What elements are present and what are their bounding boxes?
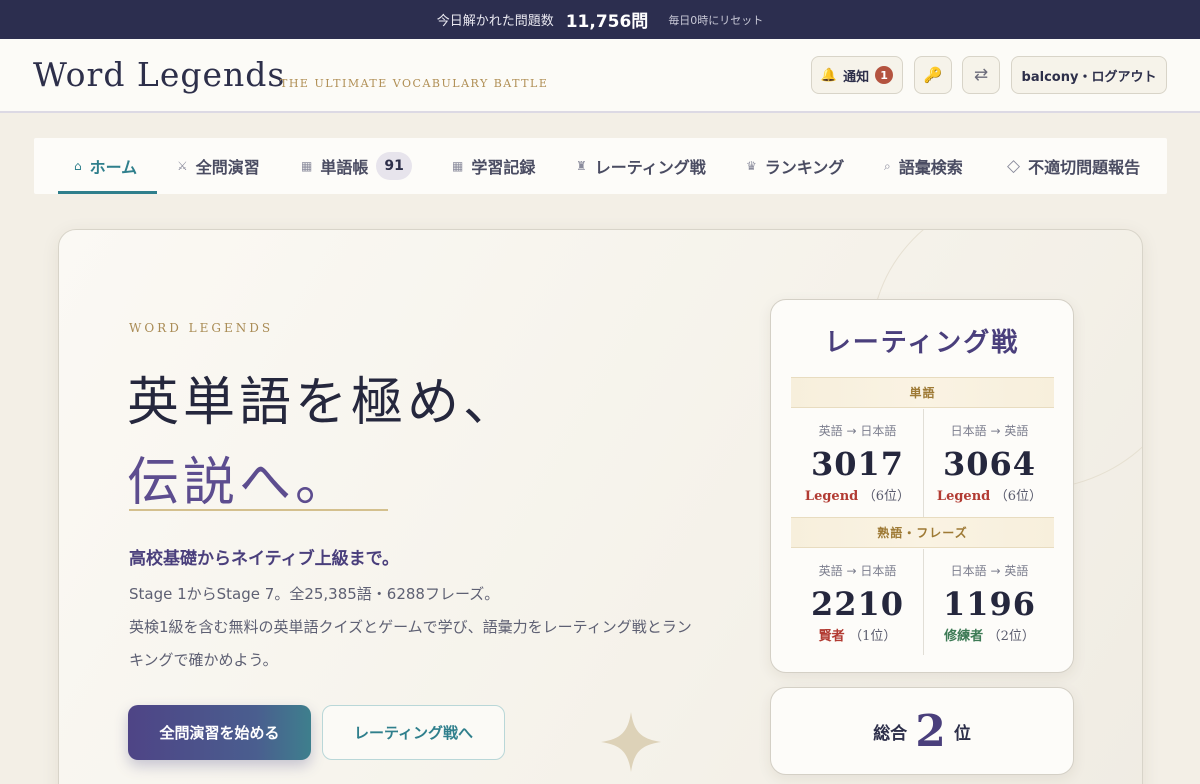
rating-value: 2210 — [810, 585, 905, 623]
key-icon: 🔑 — [923, 66, 943, 84]
nav-item-label: 全問演習 — [195, 158, 260, 177]
hero-description-line3: キングで確かめよう。 — [129, 651, 278, 669]
notifications-label: 通知 — [843, 69, 870, 85]
site-header: Word Legends THE ULTIMATE VOCABULARY BAT… — [0, 39, 1200, 113]
swap-icon: ⇄ — [973, 65, 989, 85]
hero-description-line1: Stage 1からStage 7。全25,385語・6288フレーズ。 — [129, 585, 500, 603]
nav-item-label: 不適切問題報告 — [1028, 158, 1141, 177]
nav-item-study-log[interactable]: ▦ 学習記録 — [452, 138, 535, 194]
direction-label: 日本語 → 英語 — [950, 424, 1029, 438]
headline-underline — [129, 509, 388, 511]
main-nav: ⌂ ホーム ⚔ 全問演習 ▦ 単語帳 91 ▦ 学習記録 ♜ レーティング戦 ♛… — [34, 138, 1167, 194]
daily-counter-value: 11,756問 — [565, 12, 649, 32]
words-section-header: 単語 — [791, 377, 1054, 408]
nav-item-label: 語彙検索 — [898, 158, 963, 177]
record-icon: ▦ — [452, 159, 464, 173]
logout-button[interactable]: balcony・ログアウト — [1011, 56, 1167, 94]
direction-label: 日本語 → 英語 — [950, 564, 1029, 578]
search-icon: ⌕ — [884, 158, 891, 173]
rating-rank: 修練者 （2位） — [944, 629, 1035, 644]
direction-label: 英語 → 日本語 — [818, 424, 897, 438]
overall-suffix: 位 — [953, 723, 971, 744]
overall-rank-card: 総合 2 位 — [770, 687, 1074, 775]
notifications-count-badge: 1 — [875, 66, 894, 84]
daily-counter-label: 今日解かれた問題数 — [436, 14, 554, 29]
start-practice-button[interactable]: 全問演習を始める — [128, 705, 311, 760]
words-ja-en-rating: 日本語 → 英語 3064 Legend （6位） — [924, 422, 1055, 504]
overall-rank-value: 2 — [915, 705, 946, 757]
nav-item-ranking[interactable]: ♛ ランキング — [746, 138, 844, 194]
words-en-ja-rating: 英語 → 日本語 3017 Legend （6位） — [792, 422, 923, 504]
direction-label: 英語 → 日本語 — [818, 564, 897, 578]
wordbook-count-badge: 91 — [376, 152, 412, 180]
hero-description-line2: 英検1級を含む無料の英単語クイズとゲームで学び、語彙力をレーティング戦とラン — [129, 618, 692, 636]
sparkle-icon — [601, 712, 661, 772]
hero-headline-line2: 伝説へ。 — [127, 453, 352, 513]
rook-icon: ♜ — [576, 159, 587, 173]
nav-item-vocab-search[interactable]: ⌕ 語彙検索 — [884, 138, 963, 194]
rating-value: 1196 — [942, 585, 1037, 623]
hero-eyebrow: WORD LEGENDS — [129, 321, 274, 335]
hero-headline-line1: 英単語を極め、 — [127, 373, 520, 433]
daily-counter-banner: 今日解かれた問題数 11,756問 毎日0時にリセット — [0, 0, 1200, 39]
nav-item-all-practice[interactable]: ⚔ 全問演習 — [177, 138, 260, 194]
crown-icon: ♛ — [746, 159, 757, 173]
user-logout-label: balcony・ログアウト — [1021, 69, 1157, 85]
nav-item-label: レーティング戦 — [594, 158, 706, 177]
switch-account-button[interactable]: ⇄ — [962, 56, 1000, 94]
rating-rank: Legend （6位） — [936, 489, 1043, 504]
nav-item-label: 単語帳 — [320, 158, 369, 177]
diamond-icon: ◇ — [1007, 156, 1021, 176]
nav-item-report[interactable]: ◇ 不適切問題報告 — [1007, 138, 1140, 194]
nav-active-indicator — [58, 191, 157, 194]
swords-icon: ⚔ — [177, 159, 188, 173]
password-button[interactable]: 🔑 — [914, 56, 952, 94]
nav-item-label: ホーム — [89, 158, 138, 177]
rating-value: 3064 — [942, 445, 1037, 483]
overall-prefix: 総合 — [873, 723, 908, 744]
rating-panel-title: レーティング戦 — [824, 328, 1020, 358]
daily-reset-note: 毎日0時にリセット — [668, 13, 764, 27]
phrases-en-ja-rating: 英語 → 日本語 2210 賢者 （1位） — [792, 562, 923, 644]
rating-panel: レーティング戦 単語 英語 → 日本語 3017 Legend （6位） 日本語… — [770, 299, 1074, 673]
hero-subhead: 高校基礎からネイティブ上級まで。 — [129, 549, 399, 569]
rating-value: 3017 — [810, 445, 905, 483]
hero-card: WORD LEGENDS 英単語を極め、 伝説へ。 高校基礎からネイティブ上級ま… — [58, 229, 1143, 784]
book-icon: ▦ — [301, 159, 313, 173]
site-tagline: THE ULTIMATE VOCABULARY BATTLE — [280, 77, 549, 90]
nav-item-home[interactable]: ⌂ ホーム — [74, 138, 137, 194]
site-logo[interactable]: Word Legends — [33, 55, 285, 94]
nav-item-wordbook[interactable]: ▦ 単語帳 91 — [301, 138, 412, 194]
home-icon: ⌂ — [74, 159, 82, 173]
rating-battle-button[interactable]: レーティング戦へ — [322, 705, 505, 760]
nav-item-label: ランキング — [764, 158, 845, 177]
phrases-section-header: 熟語・フレーズ — [791, 517, 1054, 548]
nav-item-rating-battle[interactable]: ♜ レーティング戦 — [576, 138, 706, 194]
rating-rank: 賢者 （1位） — [818, 629, 897, 644]
phrases-ja-en-rating: 日本語 → 英語 1196 修練者 （2位） — [924, 562, 1055, 644]
nav-item-label: 学習記録 — [471, 158, 536, 177]
bell-icon: 🔔 — [820, 67, 838, 83]
notifications-button[interactable]: 🔔 通知 1 — [811, 56, 903, 94]
rating-rank: Legend （6位） — [804, 489, 911, 504]
